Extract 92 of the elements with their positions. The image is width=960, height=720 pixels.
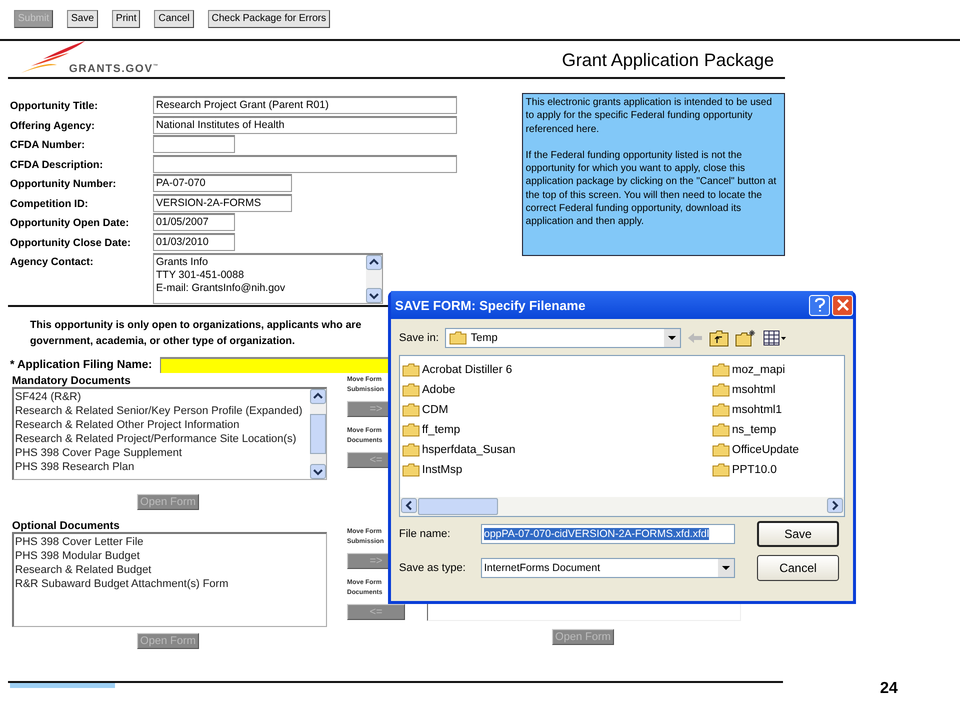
document-item[interactable]: PHS 398 Modular Budget [15, 549, 325, 563]
field-label: CFDA Number: [10, 138, 86, 151]
document-item[interactable]: Research & Related Senior/Key Person Profile (Expanded) [15, 404, 309, 418]
scroll-left-icon[interactable] [401, 498, 417, 513]
document-item[interactable]: R&R Subaward Budget Attachment(s) Form [15, 577, 325, 591]
new-folder-icon[interactable] [734, 329, 757, 347]
scroll-down-icon[interactable] [310, 464, 326, 479]
folder-icon [402, 363, 420, 377]
section-title: Optional Documents [12, 520, 121, 532]
save-in-dropdown[interactable]: Temp [444, 328, 681, 348]
file-name-field[interactable]: oppPA-07-070-cidVERSION-2A-FORMS.xfd.xfdl [481, 524, 735, 544]
document-item[interactable]: PHS 398 Cover Letter File [15, 535, 325, 549]
up-folder-icon[interactable] [708, 329, 729, 347]
file-name-label: File name: [399, 528, 452, 540]
scroll-down-icon[interactable] [366, 288, 382, 303]
folder-icon [448, 331, 467, 345]
field-label: Opportunity Open Date: [10, 216, 130, 229]
help-icon[interactable] [809, 294, 830, 316]
text-field[interactable] [153, 135, 235, 153]
field-label: Opportunity Title: [10, 99, 99, 112]
text-field[interactable]: Research Project Grant (Parent R01) [153, 96, 457, 114]
folder-icon [712, 443, 730, 457]
folder-icon [402, 383, 420, 397]
info-paragraph: This electronic grants application is intended to be used to apply for the specific Federal funding opportunity referenced here. [526, 96, 773, 136]
field-label: Opportunity Number: [10, 177, 118, 190]
folder-icon [712, 383, 730, 397]
cancel-button[interactable]: Cancel [757, 555, 839, 581]
toolbar-button[interactable]: Check Package for Errors [208, 10, 330, 28]
contact-line: TTY 301-451-0088 [156, 269, 245, 282]
notice-text: government, academia, or other type of organization. [30, 334, 295, 349]
dialog-title: SAVE FORM: Specify Filename [395, 298, 586, 312]
scroll-right-icon[interactable] [827, 498, 843, 513]
logo-text: GRANTS.GOV$^{™}$ [69, 63, 159, 75]
text-field[interactable]: PA-07-070 [153, 174, 292, 192]
document-item[interactable]: Research & Related Budget [15, 563, 325, 577]
text-field[interactable]: National Institutes of Health [153, 116, 457, 134]
save-in-label: Save in: [399, 332, 439, 344]
folder-item[interactable]: InstMsp [422, 464, 462, 476]
field-label: Agency Contact: [10, 255, 94, 268]
view-menu-icon[interactable] [762, 330, 787, 346]
folder-icon [712, 423, 730, 437]
page-number: 24 [880, 680, 898, 698]
save-as-type-dropdown[interactable]: InternetForms Document [481, 558, 735, 578]
document-item[interactable]: Research & Related Project/Performance Site Location(s) [15, 432, 309, 446]
folder-icon [712, 363, 730, 377]
contact-line: E-mail: GrantsInfo@nih.gov [156, 282, 286, 295]
toolbar-button[interactable]: Print [112, 10, 140, 28]
save-button[interactable]: Save [757, 521, 839, 547]
scroll-thumb[interactable] [418, 498, 498, 515]
folder-icon [712, 463, 730, 477]
field-label: CFDA Description: [10, 158, 104, 170]
text-field[interactable] [153, 154, 457, 172]
page-title: Grant Application Package [562, 50, 774, 71]
folder-item[interactable]: msohtml1 [732, 404, 782, 416]
document-list[interactable]: PHS 398 Cover Letter File PHS 398 Modular Budget Research & Related Budget R&R Subaward Budget Attachment(s) Form [12, 532, 327, 627]
field-label: Competition ID: [10, 196, 90, 210]
folder-item[interactable]: ff_temp [422, 424, 460, 436]
folder-item[interactable]: msohtml [732, 384, 776, 396]
folder-icon [402, 443, 420, 457]
folder-item[interactable]: hsperfdata_Susan [422, 444, 516, 456]
folder-item[interactable]: PPT10.0 [732, 464, 777, 476]
folder-icon [402, 403, 420, 417]
folder-item[interactable]: OfficeUpdate [732, 444, 799, 456]
field-label: Offering Agency: [10, 118, 96, 132]
folder-item[interactable]: CDM [422, 404, 448, 416]
scroll-up-icon[interactable] [310, 389, 326, 404]
folder-icon [712, 403, 730, 417]
folder-item[interactable]: Acrobat Distiller 6 [422, 364, 512, 376]
scroll-thumb[interactable] [310, 414, 326, 454]
folder-icon [402, 423, 420, 437]
toolbar-button[interactable]: Cancel [154, 10, 194, 28]
info-paragraph: If the Federal funding opportunity listed is not the opportunity for which you want to apply, close this application package by clicking on the "Cancel" button at the top of this screen. You will then need to locate the correct Federal funding opportunity, download its application and then apply. [526, 148, 778, 229]
document-item[interactable]: Research & Related Other Project Information [15, 418, 309, 432]
close-icon[interactable] [832, 294, 853, 316]
folder-item[interactable]: moz_mapi [732, 364, 786, 376]
folder-item[interactable]: Adobe [422, 384, 456, 396]
document-item[interactable]: PHS 398 Cover Page Supplement [15, 446, 309, 460]
folder-item[interactable]: ns_temp [732, 424, 776, 436]
text-field[interactable]: 01/05/2007 [153, 213, 235, 231]
toolbar-button[interactable]: Save [67, 10, 98, 28]
notice-text: This opportunity is only open to organizations, applicants who are [30, 318, 362, 333]
document-item[interactable]: PHS 398 Research Plan [15, 460, 309, 474]
field-label: Opportunity Close Date: [10, 236, 132, 248]
field-label: * Application Filing Name: [10, 359, 154, 371]
document-item[interactable]: SF424 (R&R) [15, 390, 309, 404]
folder-icon [402, 463, 420, 477]
scroll-up-icon[interactable] [366, 255, 382, 270]
section-title: Mandatory Documents [12, 375, 132, 387]
contact-line: Grants Info [156, 256, 209, 269]
text-field[interactable]: 01/03/2010 [153, 232, 235, 250]
text-field[interactable]: VERSION-2A-FORMS [153, 194, 292, 212]
document-list[interactable] [12, 387, 327, 480]
